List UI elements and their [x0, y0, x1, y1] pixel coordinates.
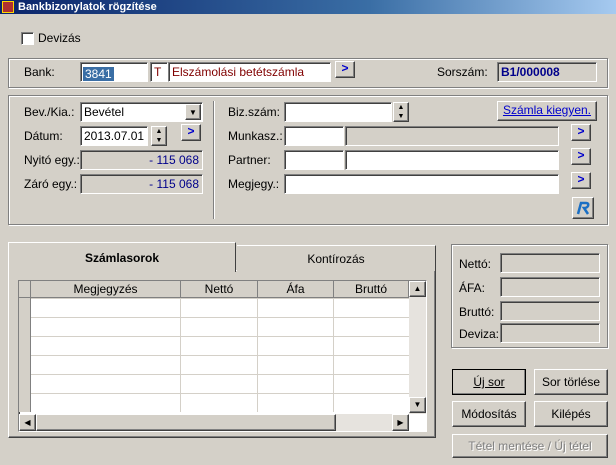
zaro-value: - 115 068	[80, 174, 203, 194]
bank-code-field[interactable]: 3841	[80, 62, 148, 82]
column-header[interactable]: Nettó	[181, 281, 258, 298]
scroll-up-icon[interactable]: ▲	[409, 281, 426, 297]
sor-torlese-button[interactable]: Sor törlése	[534, 369, 608, 395]
deviza-label: Deviza:	[459, 327, 500, 341]
munkasz-select-button[interactable]: >	[571, 124, 591, 141]
datum-field[interactable]: 2013.07.01	[80, 126, 148, 146]
modositas-button[interactable]: Módosítás	[452, 401, 526, 427]
kilepes-button[interactable]: Kilépés	[534, 401, 608, 427]
zaro-label: Záró egy.:	[24, 177, 78, 191]
nyito-label: Nyitó egy.:	[24, 153, 80, 167]
scroll-right-icon[interactable]: ▶	[392, 414, 409, 431]
netto-label: Nettó:	[459, 257, 492, 271]
horizontal-scrollbar[interactable]: ◀ ▶	[19, 414, 409, 431]
column-header[interactable]: Bruttó	[334, 281, 409, 298]
grid-corner	[19, 281, 31, 298]
datum-label: Dátum:	[24, 129, 63, 143]
biz-szam-field[interactable]	[284, 102, 392, 122]
row-indicator-column	[19, 298, 31, 412]
bank-select-button[interactable]: >	[335, 61, 355, 78]
brutto-value	[500, 301, 600, 321]
partner-select-button[interactable]: >	[571, 148, 591, 165]
window-title: Bankbizonylatok rögzítése	[18, 1, 157, 13]
scroll-left-icon[interactable]: ◀	[19, 414, 36, 431]
deviza-value	[500, 323, 600, 343]
megjegy-label: Megjegy.:	[228, 177, 280, 191]
app-icon	[2, 1, 14, 13]
chevron-down-icon[interactable]: ▼	[185, 104, 201, 120]
nyito-value: - 115 068	[80, 150, 203, 170]
bank-type-field: T	[150, 62, 168, 82]
scroll-thumb[interactable]	[36, 414, 336, 431]
devizas-label: Devizás	[38, 31, 81, 45]
vertical-scrollbar[interactable]: ▲ ▼	[409, 281, 426, 414]
megjegy-field[interactable]	[284, 174, 559, 194]
partner-code-field[interactable]	[284, 150, 344, 170]
partner-label: Partner:	[228, 153, 271, 167]
scroll-down-icon[interactable]: ▼	[409, 397, 426, 413]
bank-label: Bank:	[24, 65, 55, 79]
datum-spinner[interactable]: ▲ ▼	[151, 126, 167, 146]
bev-kia-label: Bev./Kia.:	[24, 105, 75, 119]
bev-kia-value: Bevétel	[84, 105, 125, 119]
biz-szam-spinner[interactable]: ▲ ▼	[393, 102, 409, 122]
brutto-label: Bruttó:	[459, 305, 495, 319]
munkasz-code-field[interactable]	[284, 126, 344, 146]
netto-value	[500, 253, 600, 273]
tab-kontirozas[interactable]: Kontírozás	[237, 245, 436, 271]
munkasz-label: Munkasz.:	[228, 129, 283, 143]
partner-name-field[interactable]	[345, 150, 559, 170]
munkasz-name-field	[345, 126, 559, 146]
biz-szam-label: Biz.szám:	[228, 105, 281, 119]
sorszam-label: Sorszám:	[437, 65, 488, 79]
szamla-kiegyen-button[interactable]: Számla kiegyen.	[497, 101, 597, 121]
tetel-mentese-button[interactable]: Tétel mentése / Új tétel	[452, 434, 608, 458]
refresh-icon[interactable]	[572, 197, 594, 219]
megjegy-select-button[interactable]: >	[571, 172, 591, 189]
afa-label: ÁFA:	[459, 281, 486, 295]
sorszam-value: B1/000008	[497, 62, 597, 82]
devizas-checkbox[interactable]	[21, 32, 34, 45]
uj-sor-button[interactable]: Új sor	[452, 369, 526, 395]
afa-value	[500, 277, 600, 297]
items-table[interactable]: Megjegyzés Nettó Áfa Bruttó ▲ ▼ ◀ ▶	[18, 280, 427, 432]
bank-name-field: Elszámolási betétszámla	[168, 62, 331, 82]
datum-select-button[interactable]: >	[181, 124, 201, 141]
table-body[interactable]	[31, 298, 409, 412]
group-divider	[213, 101, 215, 219]
window-title-bar[interactable]: Bankbizonylatok rögzítése	[0, 0, 616, 14]
bank-code-value: 3841	[83, 67, 114, 81]
tab-szamlasorok[interactable]: Számlasorok	[8, 242, 236, 272]
uj-sor-label: Új sor	[473, 375, 505, 389]
column-header[interactable]: Megjegyzés	[31, 281, 181, 298]
column-header[interactable]: Áfa	[258, 281, 334, 298]
